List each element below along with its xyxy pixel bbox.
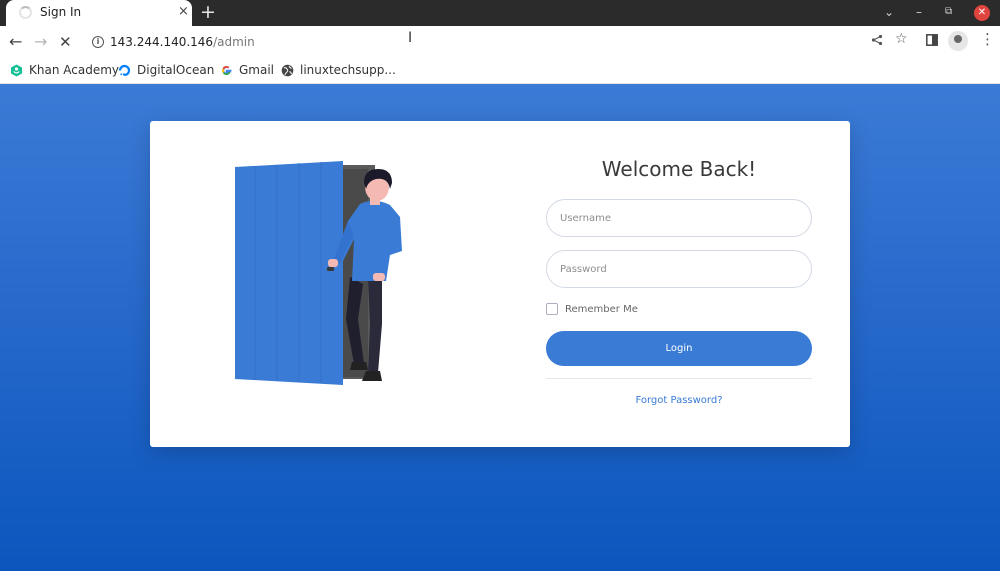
bookmark-digitalocean[interactable]: DigitalOcean bbox=[118, 63, 214, 77]
minimize-icon[interactable]: – bbox=[916, 4, 922, 20]
browser-toolbar: ← → ✕ i 143.244.140.146/admin ☆ ⋮ bbox=[0, 26, 1000, 58]
bookmark-star-icon[interactable]: ☆ bbox=[895, 31, 908, 47]
browser-menu-icon[interactable]: ⋮ bbox=[980, 31, 995, 47]
door-illustration bbox=[230, 159, 410, 389]
tab-close-icon[interactable]: × bbox=[178, 4, 189, 20]
bookmarks-bar: Khan Academy DigitalOcean Gmail linuxtec… bbox=[0, 58, 1000, 84]
bookmark-linuxtechsupport[interactable]: linuxtechsupp... bbox=[281, 63, 396, 77]
login-button[interactable]: Login bbox=[546, 331, 812, 366]
profile-avatar-icon[interactable] bbox=[948, 31, 968, 51]
page-background: Welcome Back! Remember Me Login Forgot P… bbox=[0, 84, 1000, 571]
remember-me[interactable]: Remember Me bbox=[546, 303, 638, 315]
site-info-icon[interactable]: i bbox=[92, 36, 104, 48]
digitalocean-icon bbox=[118, 64, 131, 77]
bookmark-khan-academy[interactable]: Khan Academy bbox=[10, 63, 119, 77]
side-panel-icon[interactable] bbox=[926, 34, 938, 50]
globe-icon bbox=[281, 64, 294, 77]
remember-me-label: Remember Me bbox=[565, 303, 638, 315]
address-bar[interactable]: i 143.244.140.146/admin bbox=[84, 28, 918, 56]
tab-strip: Sign In × + ⌄ – ⧉ ✕ bbox=[0, 0, 1000, 26]
text-cursor-icon: I bbox=[408, 30, 413, 46]
share-icon[interactable] bbox=[871, 34, 883, 50]
forward-icon[interactable]: → bbox=[34, 32, 47, 52]
remember-me-checkbox[interactable] bbox=[546, 303, 558, 315]
tab-sign-in[interactable]: Sign In × bbox=[6, 0, 192, 26]
tab-search-icon[interactable]: ⌄ bbox=[884, 4, 894, 20]
google-icon bbox=[220, 64, 233, 77]
forgot-password-link[interactable]: Forgot Password? bbox=[546, 395, 812, 406]
url-text[interactable]: 143.244.140.146/admin bbox=[110, 35, 255, 49]
back-icon[interactable]: ← bbox=[9, 32, 22, 52]
login-card: Welcome Back! Remember Me Login Forgot P… bbox=[150, 121, 850, 447]
loading-spinner-icon bbox=[19, 6, 32, 19]
divider bbox=[546, 378, 812, 379]
tab-title: Sign In bbox=[40, 5, 82, 19]
stop-loading-icon[interactable]: ✕ bbox=[59, 32, 72, 52]
password-field[interactable] bbox=[546, 250, 812, 288]
window-close-icon[interactable]: ✕ bbox=[974, 5, 990, 21]
username-field[interactable] bbox=[546, 199, 812, 237]
restore-icon[interactable]: ⧉ bbox=[945, 4, 952, 20]
new-tab-button[interactable]: + bbox=[200, 2, 216, 22]
page-title: Welcome Back! bbox=[601, 157, 757, 181]
username-input[interactable] bbox=[547, 200, 811, 236]
password-input[interactable] bbox=[547, 251, 811, 287]
khan-academy-icon bbox=[10, 64, 23, 77]
bookmark-gmail[interactable]: Gmail bbox=[220, 63, 274, 77]
